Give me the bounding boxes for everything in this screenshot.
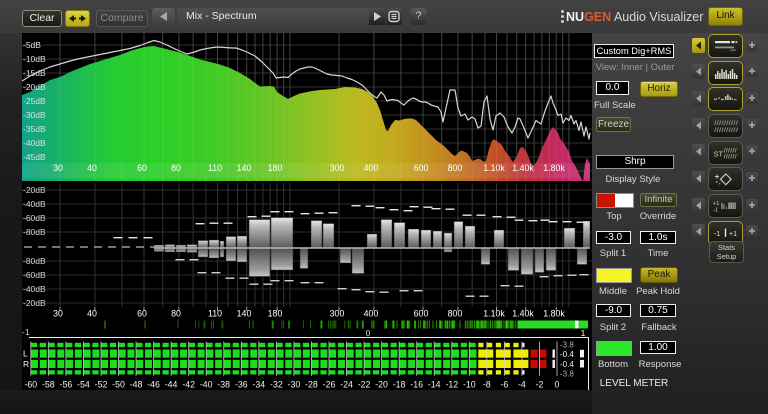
svg-text:-20: -20 — [375, 380, 388, 390]
svg-text:0: 0 — [366, 328, 371, 338]
svg-text:-46: -46 — [147, 380, 160, 390]
svg-text:-14: -14 — [428, 380, 441, 390]
svg-text:800: 800 — [448, 309, 463, 319]
svg-text:-28: -28 — [305, 380, 318, 390]
svg-text:-40dB: -40dB — [23, 284, 46, 294]
svg-text:-26: -26 — [323, 380, 336, 390]
svg-text:-45dB: -45dB — [23, 152, 46, 162]
svg-text:-18: -18 — [393, 380, 406, 390]
svg-text:-60dB: -60dB — [23, 270, 46, 280]
svg-text:-6: -6 — [500, 380, 508, 390]
svg-text:ST: ST — [714, 149, 724, 158]
svg-text:R: R — [23, 359, 29, 369]
svg-text:180: 180 — [268, 163, 283, 173]
svg-text:-24: -24 — [340, 380, 353, 390]
svg-text:-48: -48 — [130, 380, 143, 390]
svg-text:-80dB: -80dB — [23, 256, 46, 266]
svg-text:-20dB: -20dB — [23, 298, 46, 308]
svg-text:80: 80 — [171, 163, 181, 173]
svg-text:140: 140 — [237, 309, 252, 319]
svg-text:600: 600 — [414, 163, 429, 173]
svg-text:-60dB: -60dB — [23, 213, 46, 223]
svg-text:40: 40 — [87, 163, 97, 173]
svg-text:-1: -1 — [713, 208, 718, 214]
svg-text:-38: -38 — [217, 380, 230, 390]
svg-text:-10: -10 — [463, 380, 476, 390]
svg-text:-0.4: -0.4 — [560, 350, 574, 359]
svg-text:-3.8: -3.8 — [560, 341, 574, 350]
svg-text:-30: -30 — [288, 380, 301, 390]
svg-text:30: 30 — [53, 309, 63, 319]
svg-text:-1: -1 — [714, 231, 720, 238]
svg-text:110: 110 — [208, 309, 222, 319]
svg-text:-5dB: -5dB — [23, 40, 41, 50]
svg-text:-2: -2 — [536, 380, 544, 390]
svg-text:-60: -60 — [24, 380, 37, 390]
svg-text:1.80k: 1.80k — [543, 163, 565, 173]
svg-text:-80dB: -80dB — [23, 227, 46, 237]
svg-text:300: 300 — [330, 309, 345, 319]
svg-text:-8: -8 — [483, 380, 491, 390]
svg-text:80: 80 — [171, 309, 181, 319]
svg-text:-20dB: -20dB — [23, 185, 46, 195]
svg-text:-12: -12 — [445, 380, 458, 390]
svg-text:400: 400 — [364, 163, 379, 173]
svg-text:L: L — [23, 349, 28, 359]
svg-text:-30dB: -30dB — [23, 110, 46, 120]
svg-text:-32: -32 — [270, 380, 283, 390]
svg-text:-56: -56 — [60, 380, 73, 390]
svg-text:400: 400 — [364, 309, 379, 319]
svg-text:-4: -4 — [518, 380, 526, 390]
svg-text:300: 300 — [330, 163, 345, 173]
svg-text:-40dB: -40dB — [23, 199, 46, 209]
svg-text:110: 110 — [208, 163, 222, 173]
svg-text:-10dB: -10dB — [23, 54, 46, 64]
svg-text:-42: -42 — [182, 380, 195, 390]
svg-text:-36: -36 — [235, 380, 248, 390]
svg-text:30: 30 — [53, 163, 63, 173]
svg-text:800: 800 — [448, 163, 463, 173]
svg-text:1.10k: 1.10k — [483, 163, 505, 173]
svg-text:1.80k: 1.80k — [543, 309, 565, 319]
svg-text:140: 140 — [237, 163, 252, 173]
svg-text:0: 0 — [555, 380, 560, 390]
svg-text:-16: -16 — [410, 380, 423, 390]
svg-text:-58: -58 — [42, 380, 55, 390]
svg-text:+1: +1 — [713, 201, 719, 207]
svg-text:+1: +1 — [729, 231, 737, 238]
svg-text:-54: -54 — [77, 380, 90, 390]
svg-text:-44: -44 — [165, 380, 178, 390]
svg-text:1.10k: 1.10k — [483, 309, 505, 319]
svg-text:600: 600 — [414, 309, 429, 319]
svg-text:-40dB: -40dB — [23, 138, 46, 148]
svg-text:-52: -52 — [95, 380, 108, 390]
svg-text:40: 40 — [87, 309, 97, 319]
svg-text:60: 60 — [137, 309, 147, 319]
svg-text:-15dB: -15dB — [23, 68, 46, 78]
svg-text:-25dB: -25dB — [23, 96, 46, 106]
svg-text:-40: -40 — [200, 380, 213, 390]
svg-text:180: 180 — [268, 309, 283, 319]
svg-text:1.40k: 1.40k — [512, 309, 534, 319]
svg-text:-35dB: -35dB — [23, 124, 46, 134]
svg-text:-3.8: -3.8 — [560, 370, 574, 379]
svg-text:-34: -34 — [252, 380, 265, 390]
svg-text:-50: -50 — [112, 380, 125, 390]
svg-text:1.40k: 1.40k — [512, 163, 534, 173]
svg-text:-1: -1 — [22, 327, 30, 337]
svg-text:-20dB: -20dB — [23, 82, 46, 92]
svg-text:-22: -22 — [358, 380, 371, 390]
svg-text:60: 60 — [137, 163, 147, 173]
